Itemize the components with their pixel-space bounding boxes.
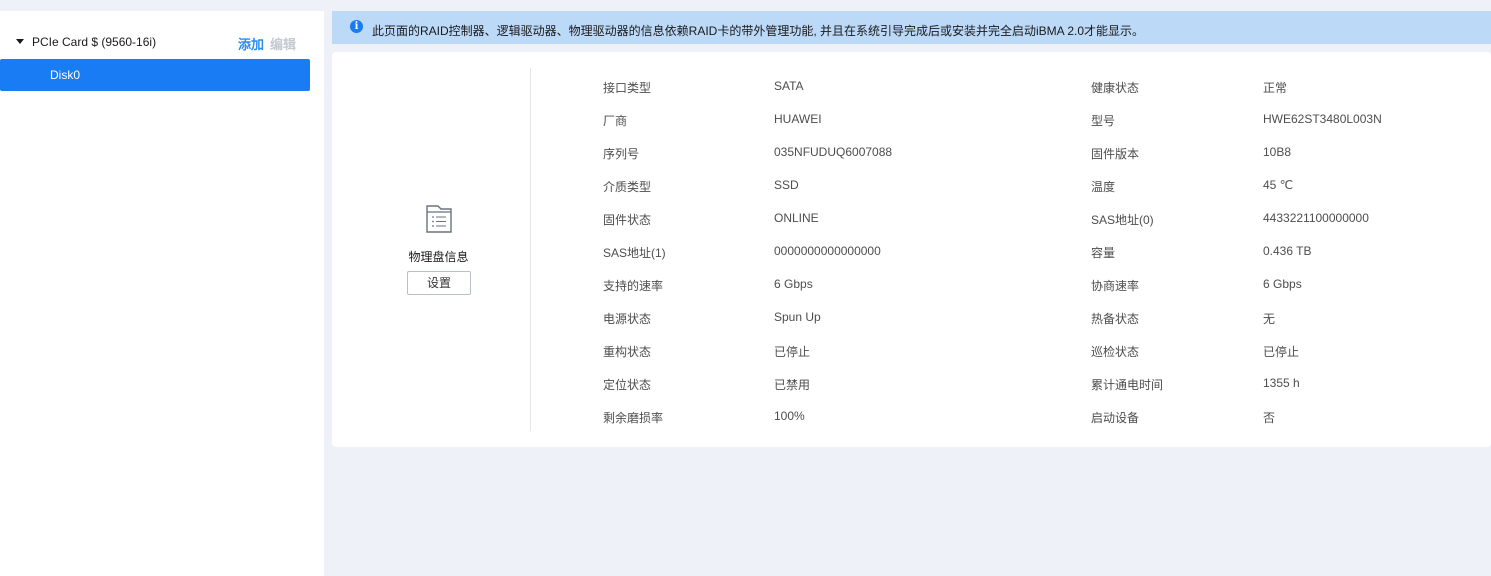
property-value: 0000000000000000	[774, 244, 881, 258]
property-label: 固件状态	[603, 213, 652, 227]
property-label: 介质类型	[603, 180, 652, 194]
property-value: SSD	[774, 178, 799, 192]
property-row: 重构状态 已停止 巡检状态 已停止	[332, 343, 1491, 363]
property-value: 035NFUDUQ6007088	[774, 145, 893, 159]
property-label: 型号	[1091, 114, 1116, 128]
property-label: 序列号	[603, 147, 640, 161]
property-row: 支持的速率 6 Gbps 协商速率 6 Gbps	[332, 277, 1491, 297]
property-label: SAS地址(0)	[1091, 213, 1154, 227]
info-notice: i 此页面的RAID控制器、逻辑驱动器、物理驱动器的信息依赖RAID卡的带外管理…	[332, 11, 1491, 44]
property-label: 定位状态	[603, 378, 652, 392]
property-label: 累计通电时间	[1091, 378, 1164, 392]
property-value: HUAWEI	[774, 112, 822, 126]
property-row: 定位状态 已禁用 累计通电时间 1355 h	[332, 376, 1491, 396]
property-label: 温度	[1091, 180, 1116, 194]
property-label: 启动设备	[1091, 411, 1140, 425]
caret-down-icon[interactable]	[16, 39, 24, 44]
property-value: 已停止	[774, 345, 811, 359]
property-value: 100%	[774, 409, 805, 423]
property-label: 固件版本	[1091, 147, 1140, 161]
property-value: 10B8	[1263, 145, 1292, 159]
property-row: SAS地址(1) 0000000000000000 容量 0.436 TB	[332, 244, 1491, 264]
property-value: 已禁用	[774, 378, 811, 392]
property-value: 否	[1263, 411, 1276, 425]
property-value: Spun Up	[774, 310, 821, 324]
property-row: 固件状态 ONLINE SAS地址(0) 4433221100000000	[332, 211, 1491, 231]
property-value: 正常	[1263, 81, 1288, 95]
property-label: 电源状态	[603, 312, 652, 326]
property-value: 4433221100000000	[1263, 211, 1369, 225]
tree-node-pcie-card[interactable]: PCIe Card $ (9560-16i) 添加 编辑	[0, 31, 324, 53]
property-label: 接口类型	[603, 81, 652, 95]
property-row: 剩余磨损率 100% 启动设备 否	[332, 409, 1491, 429]
property-row: 厂商 HUAWEI 型号 HWE62ST3480L003N	[332, 112, 1491, 132]
sidebar: PCIe Card $ (9560-16i) 添加 编辑 Disk0	[0, 11, 324, 576]
property-value: 1355 h	[1263, 376, 1300, 390]
property-label: 剩余磨损率	[603, 411, 664, 425]
property-value: HWE62ST3480L003N	[1263, 112, 1382, 126]
property-label: 热备状态	[1091, 312, 1140, 326]
property-value: ONLINE	[774, 211, 819, 225]
tree-node-label[interactable]: PCIe Card $ (9560-16i)	[32, 35, 156, 49]
property-label: 巡检状态	[1091, 345, 1140, 359]
add-button[interactable]: 添加	[238, 34, 264, 53]
physical-disk-panel: 物理盘信息 设置 接口类型 SATA 健康状态 正常 厂商 HUAWEI 型号 HWE62ST…	[332, 52, 1491, 447]
property-row: 电源状态 Spun Up 热备状态 无	[332, 310, 1491, 330]
notice-text: 此页面的RAID控制器、逻辑驱动器、物理驱动器的信息依赖RAID卡的带外管理功能…	[372, 24, 1145, 38]
tree-node-disk0[interactable]: Disk0	[0, 59, 310, 91]
property-label: 支持的速率	[603, 279, 664, 293]
tree-node-disk0-label[interactable]: Disk0	[50, 68, 80, 82]
property-label: 厂商	[603, 114, 628, 128]
property-row: 介质类型 SSD 温度 45 ℃	[332, 178, 1491, 198]
property-row: 序列号 035NFUDUQ6007088 固件版本 10B8	[332, 145, 1491, 165]
property-value: 45 ℃	[1263, 178, 1294, 192]
property-row: 接口类型 SATA 健康状态 正常	[332, 79, 1491, 99]
info-icon: i	[350, 20, 363, 33]
property-value: 6 Gbps	[774, 277, 813, 291]
property-value: 0.436 TB	[1263, 244, 1312, 258]
property-value: SATA	[774, 79, 804, 93]
property-label: SAS地址(1)	[603, 246, 666, 260]
property-label: 重构状态	[603, 345, 652, 359]
edit-button[interactable]: 编辑	[270, 34, 296, 53]
property-label: 协商速率	[1091, 279, 1140, 293]
property-value: 无	[1263, 312, 1276, 326]
property-value: 6 Gbps	[1263, 277, 1302, 291]
property-label: 容量	[1091, 246, 1116, 260]
property-value: 已停止	[1263, 345, 1300, 359]
property-label: 健康状态	[1091, 81, 1140, 95]
